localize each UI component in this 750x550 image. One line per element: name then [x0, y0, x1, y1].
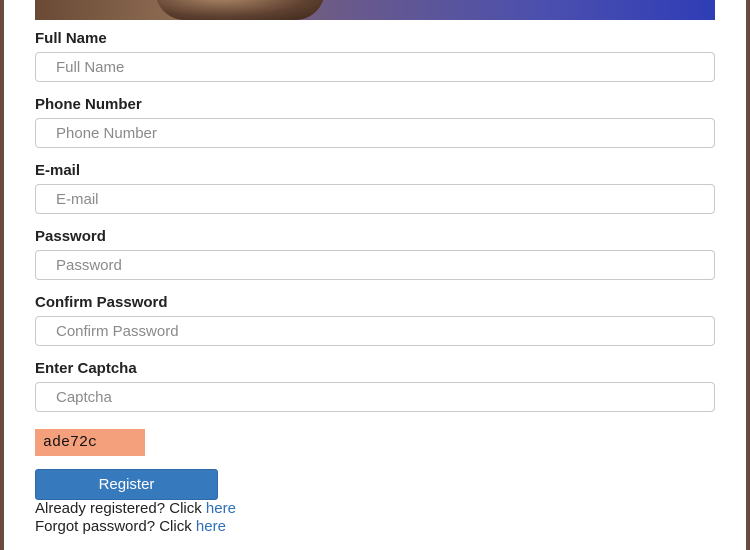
- already-registered-prefix: Already registered? Click: [35, 500, 206, 517]
- phone-number-label: Phone Number: [35, 96, 142, 113]
- email-label: E-mail: [35, 162, 81, 179]
- confirm-password-label: Confirm Password: [35, 294, 168, 311]
- password-input[interactable]: [35, 250, 715, 280]
- captcha-label: Enter Captcha: [35, 360, 137, 377]
- header-banner-image: [35, 0, 715, 20]
- banner-figure: [155, 0, 325, 20]
- password-label: Password: [35, 228, 106, 245]
- forgot-password-prefix: Forgot password? Click: [35, 518, 196, 535]
- forgot-password-text: Forgot password? Click here: [35, 518, 226, 535]
- full-name-input[interactable]: [35, 52, 715, 82]
- captcha-input[interactable]: [35, 382, 715, 412]
- full-name-label: Full Name: [35, 30, 107, 47]
- confirm-password-input[interactable]: [35, 316, 715, 346]
- forgot-password-link[interactable]: here: [196, 518, 226, 535]
- already-registered-text: Already registered? Click here: [35, 500, 236, 517]
- register-button[interactable]: Register: [35, 469, 218, 500]
- email-input[interactable]: [35, 184, 715, 214]
- phone-number-input[interactable]: [35, 118, 715, 148]
- captcha-code: ade72c: [35, 429, 145, 456]
- login-link[interactable]: here: [206, 500, 236, 517]
